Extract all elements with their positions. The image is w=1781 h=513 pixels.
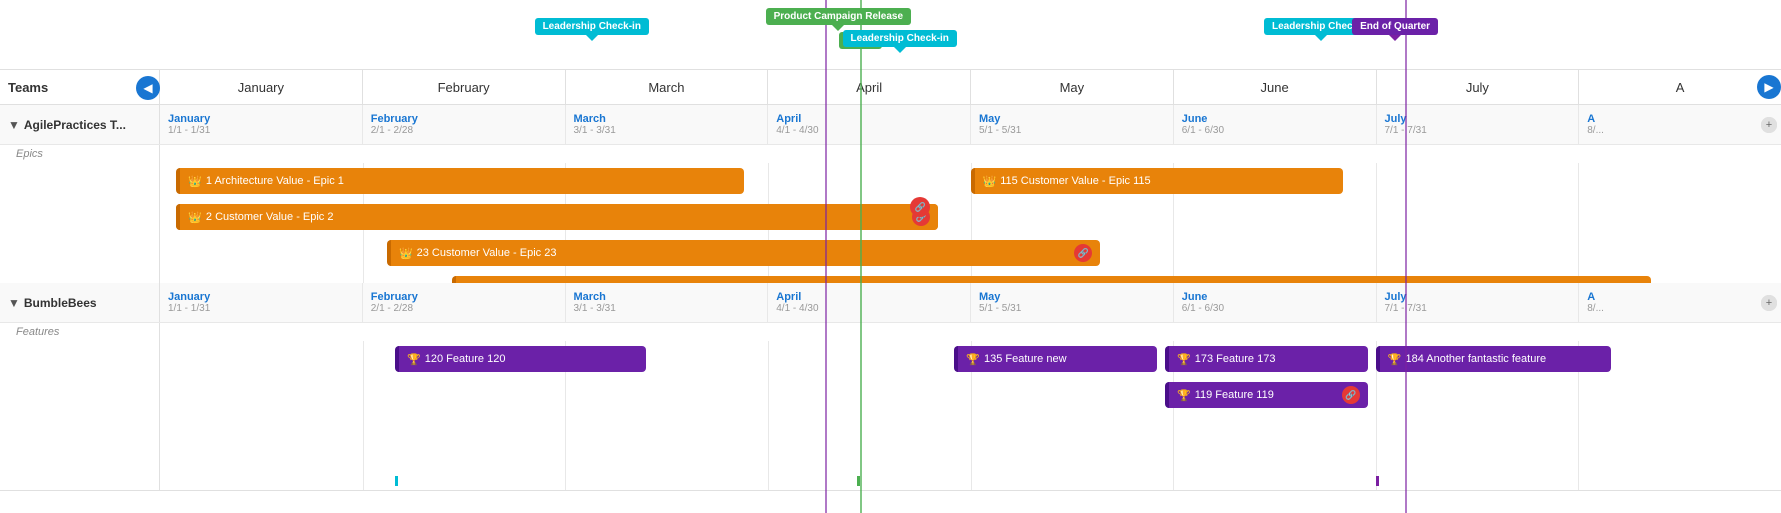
feature-bar-173[interactable]: 🏆 173 Feature 173 bbox=[1165, 346, 1368, 372]
bb-period-apr: April 4/1 - 4/30 + bbox=[768, 283, 971, 322]
feature-119-link-badge[interactable]: 🔗 bbox=[1342, 386, 1360, 404]
bb-purple-indicator bbox=[1376, 476, 1379, 486]
month-march: March bbox=[566, 70, 769, 105]
end-of-quarter-line-2 bbox=[1405, 0, 1407, 513]
milestone-leadership-checkin-2: Leadership Check-in bbox=[843, 30, 957, 47]
epics-timeline-label bbox=[160, 145, 1781, 163]
feature-bar-135[interactable]: 🏆 135 Feature new bbox=[954, 346, 1157, 372]
epic-2-link-icon[interactable]: 🔗 bbox=[910, 197, 930, 217]
epic-bar-customer-23[interactable]: 👑 23 Customer Value - Epic 23 🔗 bbox=[387, 240, 1100, 266]
period-feb-1: February 2/1 - 2/28 + bbox=[363, 105, 566, 144]
nav-right-button[interactable]: ▶ bbox=[1757, 75, 1781, 99]
milestone-container: Leadership Check-in Product Campaign Rel… bbox=[160, 0, 1781, 70]
period-aug-1: A 8/... + bbox=[1579, 105, 1781, 144]
milestone-leadership-checkin-1: Leadership Check-in bbox=[535, 18, 649, 35]
bb-teal-indicator bbox=[395, 476, 398, 486]
epic-bar-customer-115[interactable]: 👑 115 Customer Value - Epic 115 bbox=[971, 168, 1344, 194]
milestone-end-of-quarter-right: End of Quarter bbox=[1352, 18, 1438, 35]
bb-grid-1 bbox=[363, 341, 364, 490]
team-bumblebees-section: ▼ BumbleBees January 1/1 - 1/31 + Februa… bbox=[0, 283, 1781, 491]
timeline-container: Leadership Check-in Product Campaign Rel… bbox=[0, 0, 1781, 513]
month-june: June bbox=[1174, 70, 1377, 105]
bb-period-aug: A 8/... + bbox=[1579, 283, 1781, 322]
month-april: April bbox=[768, 70, 971, 105]
period-jun-1: June 6/1 - 6/30 + bbox=[1174, 105, 1377, 144]
epics-sidebar-label: Epics bbox=[0, 145, 160, 163]
bumblebees-period-row: January 1/1 - 1/31 + February 2/1 - 2/28… bbox=[160, 283, 1781, 322]
team-agilepractices-toggle[interactable]: ▼ AgilePractices T... bbox=[0, 105, 160, 144]
month-cells: January February March April May June Ju… bbox=[160, 70, 1781, 104]
add-aug-1[interactable]: + bbox=[1761, 117, 1777, 133]
team-bumblebees-header: ▼ BumbleBees January 1/1 - 1/31 + Februa… bbox=[0, 283, 1781, 323]
features-label-row: Features bbox=[0, 323, 1781, 341]
bumblebees-bars-area: 🏆 120 Feature 120 🏆 135 Feature new 🏆 17… bbox=[0, 341, 1781, 491]
team-agilepractices-header: ▼ AgilePractices T... January 1/1 - 1/31… bbox=[0, 105, 1781, 145]
team-bumblebees-arrow: ▼ bbox=[8, 296, 20, 310]
month-august: A bbox=[1579, 70, 1781, 105]
agilepractices-period-row: January 1/1 - 1/31 + February 2/1 - 2/28… bbox=[160, 105, 1781, 144]
bb-period-jan: January 1/1 - 1/31 + bbox=[160, 283, 363, 322]
bb-period-may: May 5/1 - 5/31 + bbox=[971, 283, 1174, 322]
feature-bar-119[interactable]: 🏆 119 Feature 119 🔗 bbox=[1165, 382, 1368, 408]
today-line bbox=[860, 0, 862, 513]
team-bumblebees-toggle[interactable]: ▼ BumbleBees bbox=[0, 283, 160, 322]
epic-23-link-badge[interactable]: 🔗 bbox=[1074, 244, 1092, 262]
period-apr-1: April 4/1 - 4/30 + bbox=[768, 105, 971, 144]
bb-period-feb: February 2/1 - 2/28 + bbox=[363, 283, 566, 322]
team-agilepractices-arrow: ▼ bbox=[8, 118, 20, 132]
bb-add-aug[interactable]: + bbox=[1761, 295, 1777, 311]
teams-label: Teams bbox=[8, 80, 48, 95]
period-jan-1: January 1/1 - 1/31 + bbox=[160, 105, 363, 144]
month-header-row: Teams ◀ January February March April May… bbox=[0, 70, 1781, 105]
milestone-product-campaign: Product Campaign Release bbox=[766, 8, 911, 25]
features-sidebar-label: Features bbox=[0, 323, 160, 341]
features-timeline-label bbox=[160, 323, 1781, 341]
nav-left-button[interactable]: ◀ bbox=[136, 76, 160, 100]
month-may: May bbox=[971, 70, 1174, 105]
bb-bars-sidebar bbox=[0, 341, 160, 490]
bb-period-jun: June 6/1 - 6/30 + bbox=[1174, 283, 1377, 322]
feature-bar-120[interactable]: 🏆 120 Feature 120 bbox=[395, 346, 646, 372]
end-of-quarter-line-1 bbox=[825, 0, 827, 513]
month-january: January bbox=[160, 70, 363, 105]
epics-label-row: Epics bbox=[0, 145, 1781, 163]
month-february: February bbox=[363, 70, 566, 105]
milestone-bar: Leadership Check-in Product Campaign Rel… bbox=[0, 0, 1781, 70]
epic-bar-arch-1[interactable]: 👑 1 Architecture Value - Epic 1 bbox=[176, 168, 743, 194]
bb-grid-3 bbox=[768, 341, 769, 490]
bb-period-mar: March 3/1 - 3/31 + bbox=[566, 283, 769, 322]
feature-bar-184[interactable]: 🏆 184 Another fantastic feature bbox=[1376, 346, 1611, 372]
period-mar-1: March 3/1 - 3/31 + bbox=[566, 105, 769, 144]
period-may-1: May 5/1 - 5/31 + bbox=[971, 105, 1174, 144]
sidebar-header: Teams ◀ bbox=[0, 70, 160, 105]
